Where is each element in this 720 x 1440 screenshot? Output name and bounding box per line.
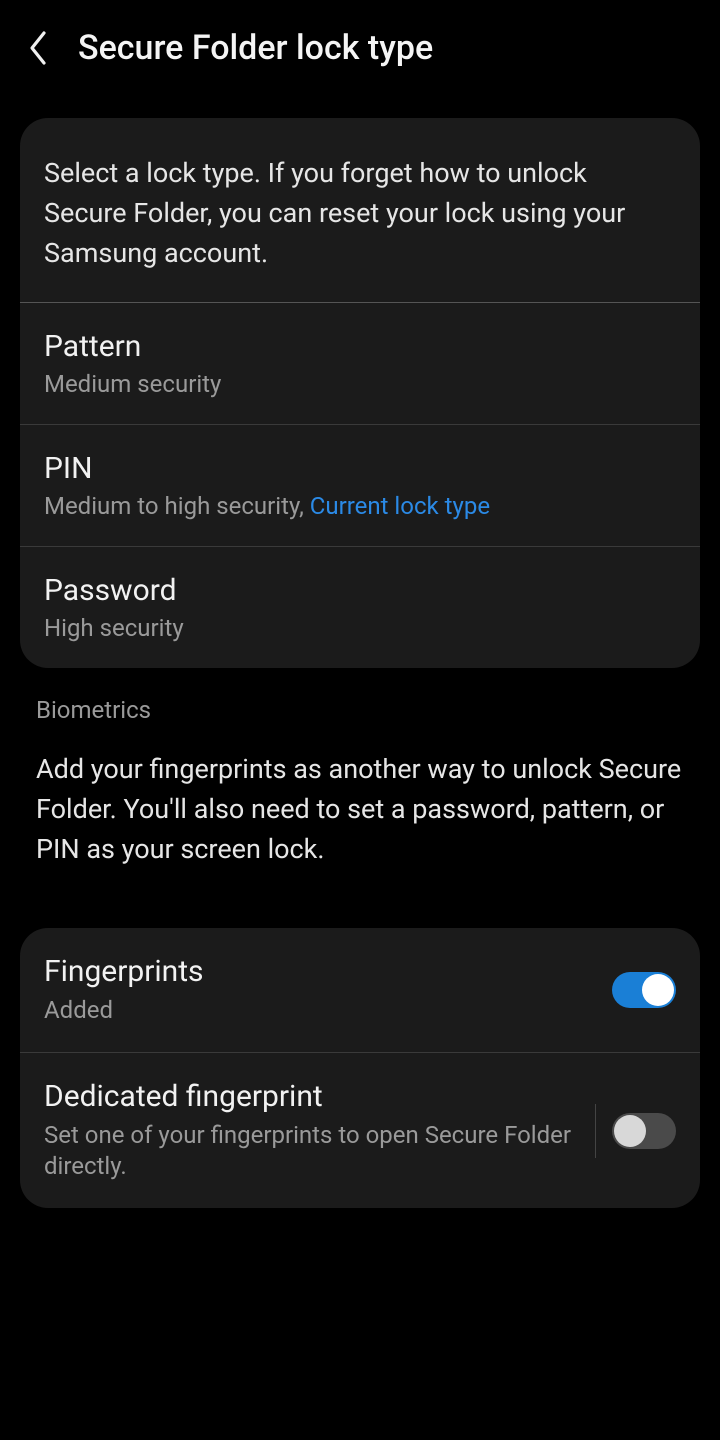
- option-sub: Set one of your fingerprints to open Sec…: [44, 1120, 577, 1182]
- toggle-knob: [614, 1115, 646, 1147]
- option-title: PIN: [44, 451, 676, 486]
- option-title: Dedicated fingerprint: [44, 1079, 577, 1114]
- header: Secure Folder lock type: [0, 0, 720, 88]
- lock-type-card: Select a lock type. If you forget how to…: [20, 118, 700, 668]
- option-sub: Medium security: [44, 370, 676, 398]
- biometrics-label: Biometrics: [0, 668, 720, 736]
- biometrics-card: Fingerprints Added Dedicated fingerprint…: [20, 928, 700, 1209]
- dedicated-fingerprint-row[interactable]: Dedicated fingerprint Set one of your fi…: [20, 1053, 700, 1208]
- option-title: Password: [44, 573, 676, 608]
- biometrics-desc: Add your fingerprints as another way to …: [0, 736, 720, 898]
- option-title: Pattern: [44, 329, 676, 364]
- current-lock-label: Current lock type: [310, 492, 490, 520]
- dedicated-fingerprint-toggle[interactable]: [612, 1113, 676, 1149]
- option-pattern[interactable]: Pattern Medium security: [20, 303, 700, 425]
- fingerprints-row[interactable]: Fingerprints Added: [20, 928, 700, 1053]
- option-title: Fingerprints: [44, 954, 598, 989]
- option-sub-prefix: Medium to high security,: [44, 492, 310, 520]
- toggle-text: Fingerprints Added: [44, 954, 612, 1026]
- fingerprints-toggle[interactable]: [612, 972, 676, 1008]
- option-password[interactable]: Password High security: [20, 547, 700, 668]
- option-pin[interactable]: PIN Medium to high security, Current loc…: [20, 425, 700, 547]
- option-sub: High security: [44, 614, 676, 642]
- option-sub: Medium to high security, Current lock ty…: [44, 492, 676, 520]
- back-icon[interactable]: [20, 30, 56, 66]
- toggle-knob: [642, 974, 674, 1006]
- option-sub: Added: [44, 995, 598, 1026]
- toggle-text: Dedicated fingerprint Set one of your fi…: [44, 1079, 591, 1182]
- page-title: Secure Folder lock type: [78, 28, 433, 68]
- intro-text: Select a lock type. If you forget how to…: [20, 118, 700, 303]
- vertical-divider: [595, 1104, 596, 1158]
